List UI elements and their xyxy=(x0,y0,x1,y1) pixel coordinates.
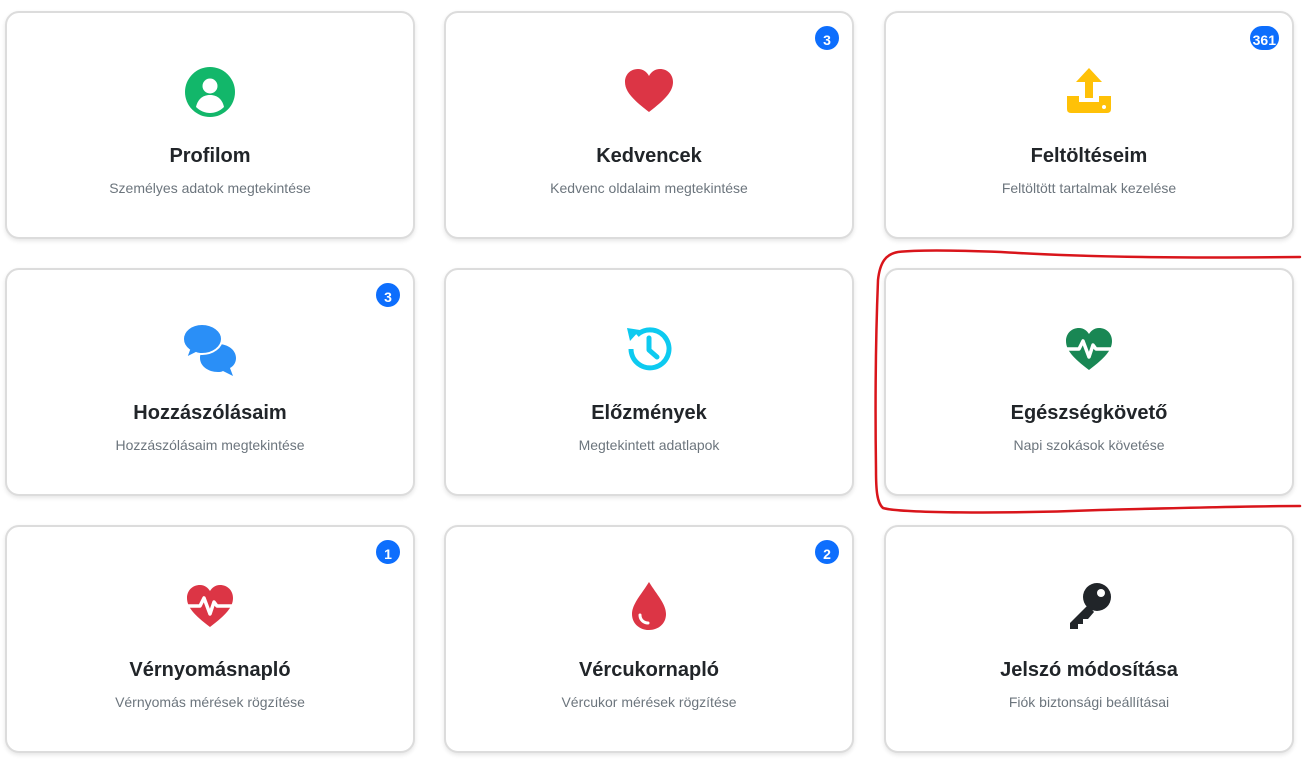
card-blood-pressure-log[interactable]: 1 Vérnyomásnapló Vérnyomás mérések rögzí… xyxy=(5,525,415,753)
card-description: Feltöltött tartalmak kezelése xyxy=(1001,180,1177,196)
notification-badge: 3 xyxy=(813,24,841,52)
card-blood-sugar-log[interactable]: 2 Vércukornapló Vércukor mérések rögzíté… xyxy=(444,525,854,753)
card-description: Hozzászólásaim megtekintése xyxy=(115,437,305,453)
card-title: Egészségkövető xyxy=(1010,402,1168,424)
card-title: Hozzászólásaim xyxy=(133,402,287,424)
notification-badge: 3 xyxy=(374,281,402,309)
card-uploads[interactable]: 361 Feltöltéseim Feltöltött tartalmak ke… xyxy=(884,11,1294,239)
card-favorites[interactable]: 3 Kedvencek Kedvenc oldalaim megtekintés… xyxy=(444,11,854,239)
comments-icon xyxy=(181,322,239,380)
card-description: Megtekintett adatlapok xyxy=(578,437,720,453)
notification-badge: 1 xyxy=(374,538,402,566)
upload-icon xyxy=(1062,65,1116,119)
card-description: Kedvenc oldalaim megtekintése xyxy=(550,180,748,196)
card-title: Kedvencek xyxy=(596,145,702,167)
card-description: Napi szokások követése xyxy=(1013,437,1165,453)
card-comments[interactable]: 3 Hozzászólásaim Hozzászólásaim megtekin… xyxy=(5,268,415,496)
blood-drop-icon xyxy=(622,579,676,633)
user-circle-icon xyxy=(183,65,237,119)
card-description: Személyes adatok megtekintése xyxy=(109,180,311,196)
heart-icon xyxy=(622,65,676,119)
history-icon xyxy=(622,322,676,376)
card-history[interactable]: Előzmények Megtekintett adatlapok xyxy=(444,268,854,496)
card-title: Feltöltéseim xyxy=(1030,145,1148,167)
key-icon xyxy=(1062,579,1116,633)
card-description: Vérnyomás mérések rögzítése xyxy=(115,694,305,710)
card-profile[interactable]: Profilom Személyes adatok megtekintése xyxy=(5,11,415,239)
card-title: Profilom xyxy=(169,145,251,167)
card-title: Vérnyomásnapló xyxy=(129,659,291,681)
card-description: Vércukor mérések rögzítése xyxy=(561,694,737,710)
card-title: Előzmények xyxy=(591,402,707,424)
card-change-password[interactable]: Jelszó módosítása Fiók biztonsági beállí… xyxy=(884,525,1294,753)
heart-pulse-icon xyxy=(183,579,237,633)
card-title: Vércukornapló xyxy=(578,659,720,681)
notification-badge: 2 xyxy=(813,538,841,566)
card-title: Jelszó módosítása xyxy=(1000,659,1178,681)
heart-pulse-icon xyxy=(1062,322,1116,376)
card-description: Fiók biztonsági beállításai xyxy=(1008,694,1170,710)
card-health-tracker[interactable]: Egészségkövető Napi szokások követése xyxy=(884,268,1294,496)
notification-badge: 361 xyxy=(1247,24,1281,52)
